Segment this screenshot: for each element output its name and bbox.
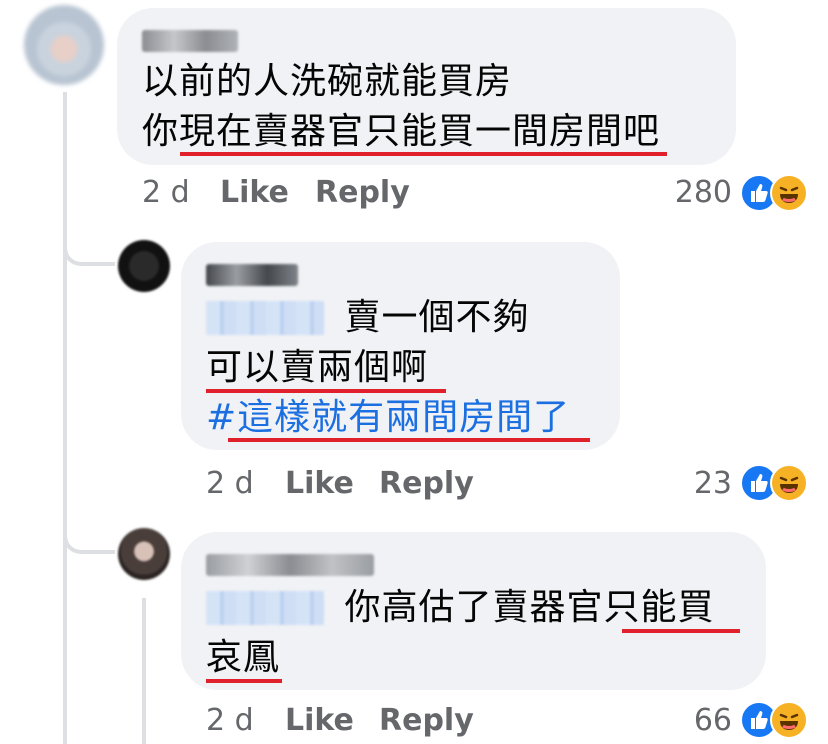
highlight-underline bbox=[180, 152, 667, 156]
highlight-underline bbox=[228, 438, 590, 442]
thread-connector-1 bbox=[63, 244, 115, 266]
comment-line: 可以賣兩個啊 bbox=[206, 347, 429, 388]
highlight-underline bbox=[206, 679, 282, 683]
avatar[interactable] bbox=[24, 5, 104, 85]
comment-timestamp[interactable]: 2 d bbox=[142, 175, 190, 210]
mention-tag[interactable] bbox=[206, 301, 324, 335]
like-button[interactable]: Like bbox=[285, 703, 354, 738]
thread-line-main bbox=[63, 92, 67, 744]
highlight-underline bbox=[206, 389, 446, 393]
thread-connector-2 bbox=[63, 532, 115, 554]
comment-line: 你高估了賣器官只能買 bbox=[206, 586, 714, 630]
commenter-name[interactable] bbox=[142, 30, 238, 52]
commenter-name[interactable] bbox=[206, 554, 374, 576]
comment-timestamp[interactable]: 2 d bbox=[206, 466, 254, 501]
like-button[interactable]: Like bbox=[220, 175, 289, 210]
avatar[interactable] bbox=[118, 240, 170, 292]
commenter-name[interactable] bbox=[206, 264, 298, 286]
comment-timestamp[interactable]: 2 d bbox=[206, 703, 254, 738]
reply-button[interactable]: Reply bbox=[379, 703, 474, 738]
mention-tag[interactable] bbox=[206, 591, 324, 625]
like-button[interactable]: Like bbox=[285, 466, 354, 501]
hashtag-link[interactable]: #這樣就有兩間房間了 bbox=[206, 396, 570, 440]
haha-reaction-icon[interactable] bbox=[770, 174, 808, 212]
avatar[interactable] bbox=[118, 528, 170, 580]
comment-line: 以前的人洗碗就能買房 bbox=[142, 61, 513, 102]
comment-line: 賣一個不夠 bbox=[206, 296, 529, 340]
comment-line: 你現在賣器官只能買一間房間吧 bbox=[142, 111, 661, 152]
haha-reaction-icon[interactable] bbox=[770, 701, 808, 739]
reply-button[interactable]: Reply bbox=[379, 466, 474, 501]
haha-reaction-icon[interactable] bbox=[770, 464, 808, 502]
reply-button[interactable]: Reply bbox=[315, 175, 410, 210]
reaction-count[interactable]: 280 bbox=[660, 175, 732, 210]
reaction-count[interactable]: 23 bbox=[660, 466, 732, 501]
thread-line-sub bbox=[142, 598, 146, 744]
comment-line: 哀鳳 bbox=[206, 637, 281, 678]
highlight-underline bbox=[622, 629, 740, 633]
reaction-count[interactable]: 66 bbox=[660, 703, 732, 738]
